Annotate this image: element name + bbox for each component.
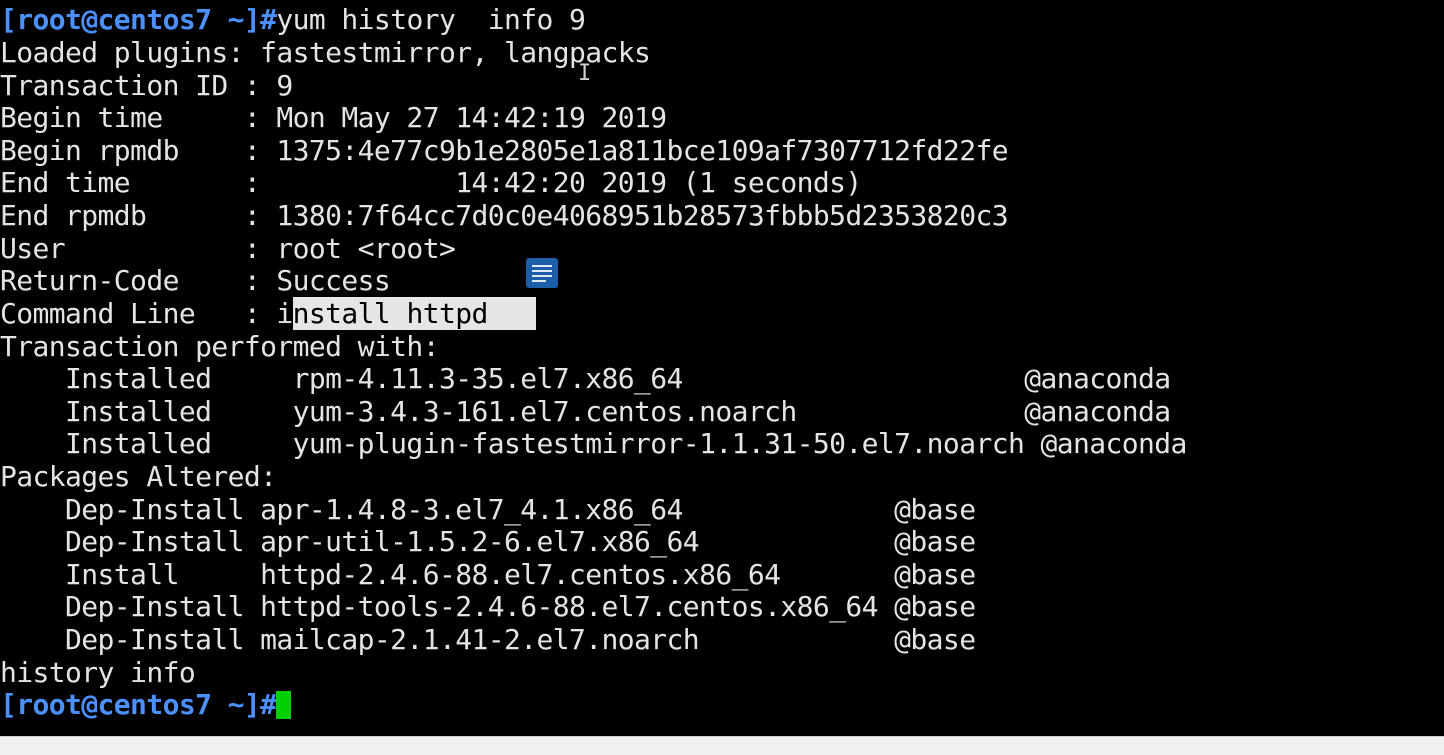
document-icon[interactable] — [526, 258, 558, 288]
text-selection[interactable]: nstall httpd — [292, 297, 536, 330]
command-line-label: Command Line : i — [0, 297, 293, 330]
output-line: Installed yum-3.4.3-161.el7.centos.noarc… — [0, 395, 1171, 428]
output-line: Transaction performed with: — [0, 330, 440, 363]
output-line: Packages Altered: — [0, 460, 277, 493]
window-bottom-bar — [0, 736, 1444, 755]
output-line: Begin time : Mon May 27 14:42:19 2019 — [0, 101, 667, 134]
output-line: Dep-Install apr-util-1.5.2-6.el7.x86_64 … — [0, 525, 976, 558]
terminal-cursor — [276, 691, 292, 719]
output-line: Install httpd-2.4.6-88.el7.centos.x86_64… — [0, 558, 976, 591]
terminal-window[interactable]: [root@centos7 ~]#yum history info 9 Load… — [0, 0, 1444, 736]
text-cursor-icon: I — [578, 61, 591, 86]
output-line: Begin rpmdb : 1375:4e77c9b1e2805e1a811bc… — [0, 134, 1009, 167]
output-line: Dep-Install mailcap-2.1.41-2.el7.noarch … — [0, 623, 976, 656]
output-line: Installed yum-plugin-fastestmirror-1.1.3… — [0, 427, 1187, 460]
output-line: Installed rpm-4.11.3-35.el7.x86_64 @anac… — [0, 362, 1171, 395]
output-line: End time : 14:42:20 2019 (1 seconds) — [0, 166, 862, 199]
output-line: Transaction ID : 9 — [0, 69, 293, 102]
output-line: Dep-Install apr-1.4.8-3.el7_4.1.x86_64 @… — [0, 493, 976, 526]
command-text: yum history info 9 — [276, 3, 586, 36]
output-line: End rpmdb : 1380:7f64cc7d0c0e4068951b285… — [0, 199, 1009, 232]
final-prompt-line[interactable]: [root@centos7 ~]# — [0, 688, 292, 721]
shell-prompt: [root@centos7 ~]# — [0, 688, 277, 721]
command-line-row: Command Line : install httpd — [0, 297, 536, 330]
output-line: User : root <root> — [0, 232, 456, 265]
output-line: Return-Code : Success — [0, 264, 391, 297]
shell-prompt: [root@centos7 ~]# — [0, 3, 277, 36]
output-line: Dep-Install httpd-tools-2.4.6-88.el7.cen… — [0, 590, 976, 623]
output-line: history info — [0, 656, 196, 689]
output-line: Loaded plugins: fastestmirror, langpacks — [0, 36, 651, 69]
command-prompt-line: [root@centos7 ~]#yum history info 9 — [0, 3, 586, 36]
